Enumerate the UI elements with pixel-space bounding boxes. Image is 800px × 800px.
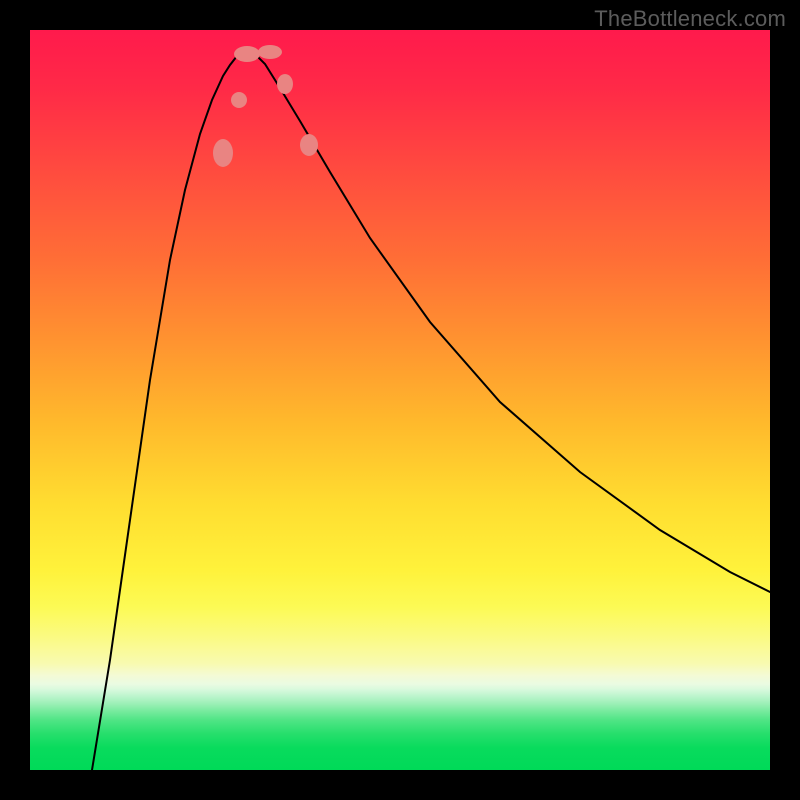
marker-bottom-right	[258, 45, 282, 59]
marker-right-upper	[300, 134, 318, 156]
marker-right-mid	[277, 74, 293, 94]
plot-area	[30, 30, 770, 770]
marker-left-upper	[213, 139, 233, 167]
watermark-text: TheBottleneck.com	[594, 6, 786, 32]
curve-right-branch	[248, 50, 770, 592]
marker-bottom-left	[234, 46, 260, 62]
marker-left-mid	[231, 92, 247, 108]
curve-svg	[30, 30, 770, 770]
chart-frame: TheBottleneck.com	[0, 0, 800, 800]
